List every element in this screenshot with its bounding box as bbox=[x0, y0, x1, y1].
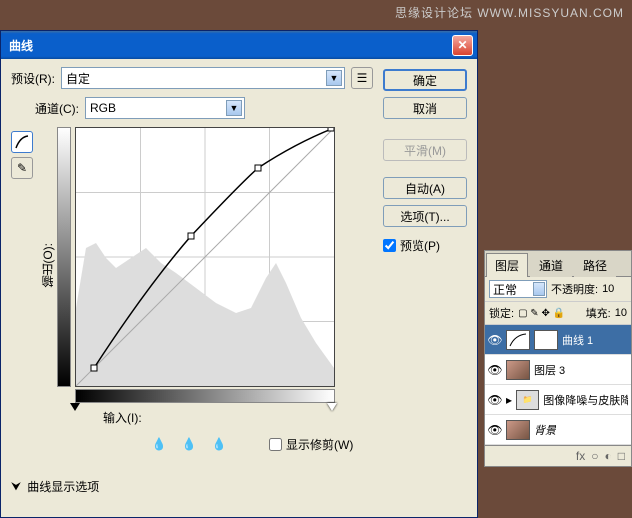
pencil-tool-button[interactable]: ✎ bbox=[11, 157, 33, 179]
white-point-slider[interactable] bbox=[327, 403, 337, 411]
tab-channels[interactable]: 通道 bbox=[530, 253, 572, 277]
dialog-title: 曲线 bbox=[5, 37, 452, 54]
new-layer-icon[interactable]: □ bbox=[618, 449, 625, 463]
output-gradient bbox=[57, 127, 71, 387]
cancel-button[interactable]: 取消 bbox=[383, 97, 467, 119]
fx-icon[interactable]: fx bbox=[576, 449, 585, 463]
layer-item[interactable]: 👁 曲线 1 bbox=[485, 325, 631, 355]
chevron-down-icon bbox=[533, 282, 545, 296]
opacity-label: 不透明度: bbox=[551, 281, 598, 297]
preset-label: 预设(R): bbox=[11, 70, 55, 87]
lock-label: 锁定: bbox=[489, 305, 514, 321]
smooth-button: 平滑(M) bbox=[383, 139, 467, 161]
curve-display-options-toggle[interactable]: ⮟ 曲线显示选项 bbox=[11, 478, 373, 495]
visibility-toggle[interactable]: 👁 bbox=[488, 423, 502, 437]
folder-thumb: 📁 bbox=[516, 390, 539, 410]
titlebar[interactable]: 曲线 ✕ bbox=[1, 31, 477, 59]
show-clipping-checkbox[interactable] bbox=[269, 438, 282, 451]
panel-tabs: 图层 通道 路径 bbox=[485, 251, 631, 277]
preset-menu-button[interactable]: ☰ bbox=[351, 67, 373, 89]
eyedropper-icon: 💧 bbox=[152, 437, 167, 451]
mask-icon[interactable]: ○ bbox=[591, 449, 598, 463]
fill-value: 10 bbox=[615, 307, 627, 319]
layers-panel: 图层 通道 路径 正常 不透明度: 10 锁定: ▢ ✎ ✥ 🔒 填充: 10 … bbox=[484, 250, 632, 467]
close-button[interactable]: ✕ bbox=[452, 35, 473, 56]
input-axis-label: 输入(I): bbox=[103, 409, 142, 426]
curves-dialog: 曲线 ✕ 预设(R): 自定 ▼ ☰ 通道(C): RGB ▼ bbox=[0, 30, 478, 518]
tab-layers[interactable]: 图层 bbox=[486, 253, 528, 277]
mask-thumb bbox=[534, 330, 558, 350]
layer-list: 👁 曲线 1 👁 图层 3 👁 ▸ 📁 图像降噪与皮肤降 👁 背景 bbox=[485, 325, 631, 445]
adjustment-icon[interactable]: ◐ bbox=[605, 449, 612, 463]
preview-label: 预览(P) bbox=[400, 237, 440, 254]
watermark-text: 思缘设计论坛 WWW.MISSYUAN.COM bbox=[395, 4, 624, 21]
preset-value: 自定 bbox=[66, 70, 90, 87]
options-toggle-label: 曲线显示选项 bbox=[27, 478, 99, 495]
curve-icon bbox=[15, 135, 29, 149]
auto-button[interactable]: 自动(A) bbox=[383, 177, 467, 199]
chevron-down-icon: ▼ bbox=[226, 100, 242, 116]
layer-name: 曲线 1 bbox=[562, 332, 593, 348]
tab-paths[interactable]: 路径 bbox=[574, 253, 616, 277]
preview-checkbox[interactable] bbox=[383, 239, 396, 252]
options-button[interactable]: 选项(T)... bbox=[383, 205, 467, 227]
channel-label: 通道(C): bbox=[35, 100, 79, 117]
expand-icon: ⮟ bbox=[11, 479, 21, 494]
visibility-toggle[interactable]: 👁 bbox=[488, 363, 502, 377]
eyedropper-icon: 💧 bbox=[182, 437, 197, 451]
adjustment-thumb bbox=[506, 330, 530, 350]
black-eyedropper[interactable]: 💧 bbox=[149, 434, 169, 454]
blend-mode-value: 正常 bbox=[493, 281, 517, 298]
layer-thumb bbox=[506, 360, 530, 380]
input-gradient bbox=[75, 389, 335, 403]
opacity-value: 10 bbox=[602, 283, 614, 295]
close-icon: ✕ bbox=[457, 38, 467, 52]
preset-select[interactable]: 自定 ▼ bbox=[61, 67, 345, 89]
curve-handle[interactable] bbox=[328, 128, 334, 131]
panel-footer: fx ○ ◐ □ bbox=[485, 445, 631, 466]
channel-value: RGB bbox=[90, 101, 116, 115]
layer-name: 背景 bbox=[534, 422, 556, 438]
curve-tool-button[interactable] bbox=[11, 131, 33, 153]
ok-button[interactable]: 确定 bbox=[383, 69, 467, 91]
black-point-slider[interactable] bbox=[70, 403, 80, 411]
layer-name: 图层 3 bbox=[534, 362, 565, 378]
layer-item[interactable]: 👁 图层 3 bbox=[485, 355, 631, 385]
curve-canvas[interactable] bbox=[75, 127, 335, 387]
gray-eyedropper[interactable]: 💧 bbox=[179, 434, 199, 454]
show-clipping-label: 显示修剪(W) bbox=[286, 436, 353, 453]
output-axis-label: 输出(O): bbox=[39, 127, 53, 403]
lock-icons[interactable]: ▢ ✎ ✥ 🔒 bbox=[518, 308, 565, 319]
layer-item[interactable]: 👁 背景 bbox=[485, 415, 631, 445]
channel-select[interactable]: RGB ▼ bbox=[85, 97, 245, 119]
visibility-toggle[interactable]: 👁 bbox=[488, 393, 502, 407]
eyedropper-icon: 💧 bbox=[212, 437, 227, 451]
fill-label: 填充: bbox=[586, 305, 611, 321]
blend-mode-select[interactable]: 正常 bbox=[489, 280, 547, 298]
expand-group-icon[interactable]: ▸ bbox=[506, 393, 512, 407]
curve-handle[interactable] bbox=[255, 165, 261, 171]
layer-thumb bbox=[506, 420, 530, 440]
curve-handle[interactable] bbox=[188, 233, 194, 239]
chevron-down-icon: ▼ bbox=[326, 70, 342, 86]
pencil-icon: ✎ bbox=[17, 161, 27, 175]
white-eyedropper[interactable]: 💧 bbox=[209, 434, 229, 454]
layer-item[interactable]: 👁 ▸ 📁 图像降噪与皮肤降 bbox=[485, 385, 631, 415]
curve-handle[interactable] bbox=[91, 365, 97, 371]
menu-icon: ☰ bbox=[357, 71, 368, 85]
visibility-toggle[interactable]: 👁 bbox=[488, 333, 502, 347]
layer-name: 图像降噪与皮肤降 bbox=[543, 392, 628, 408]
